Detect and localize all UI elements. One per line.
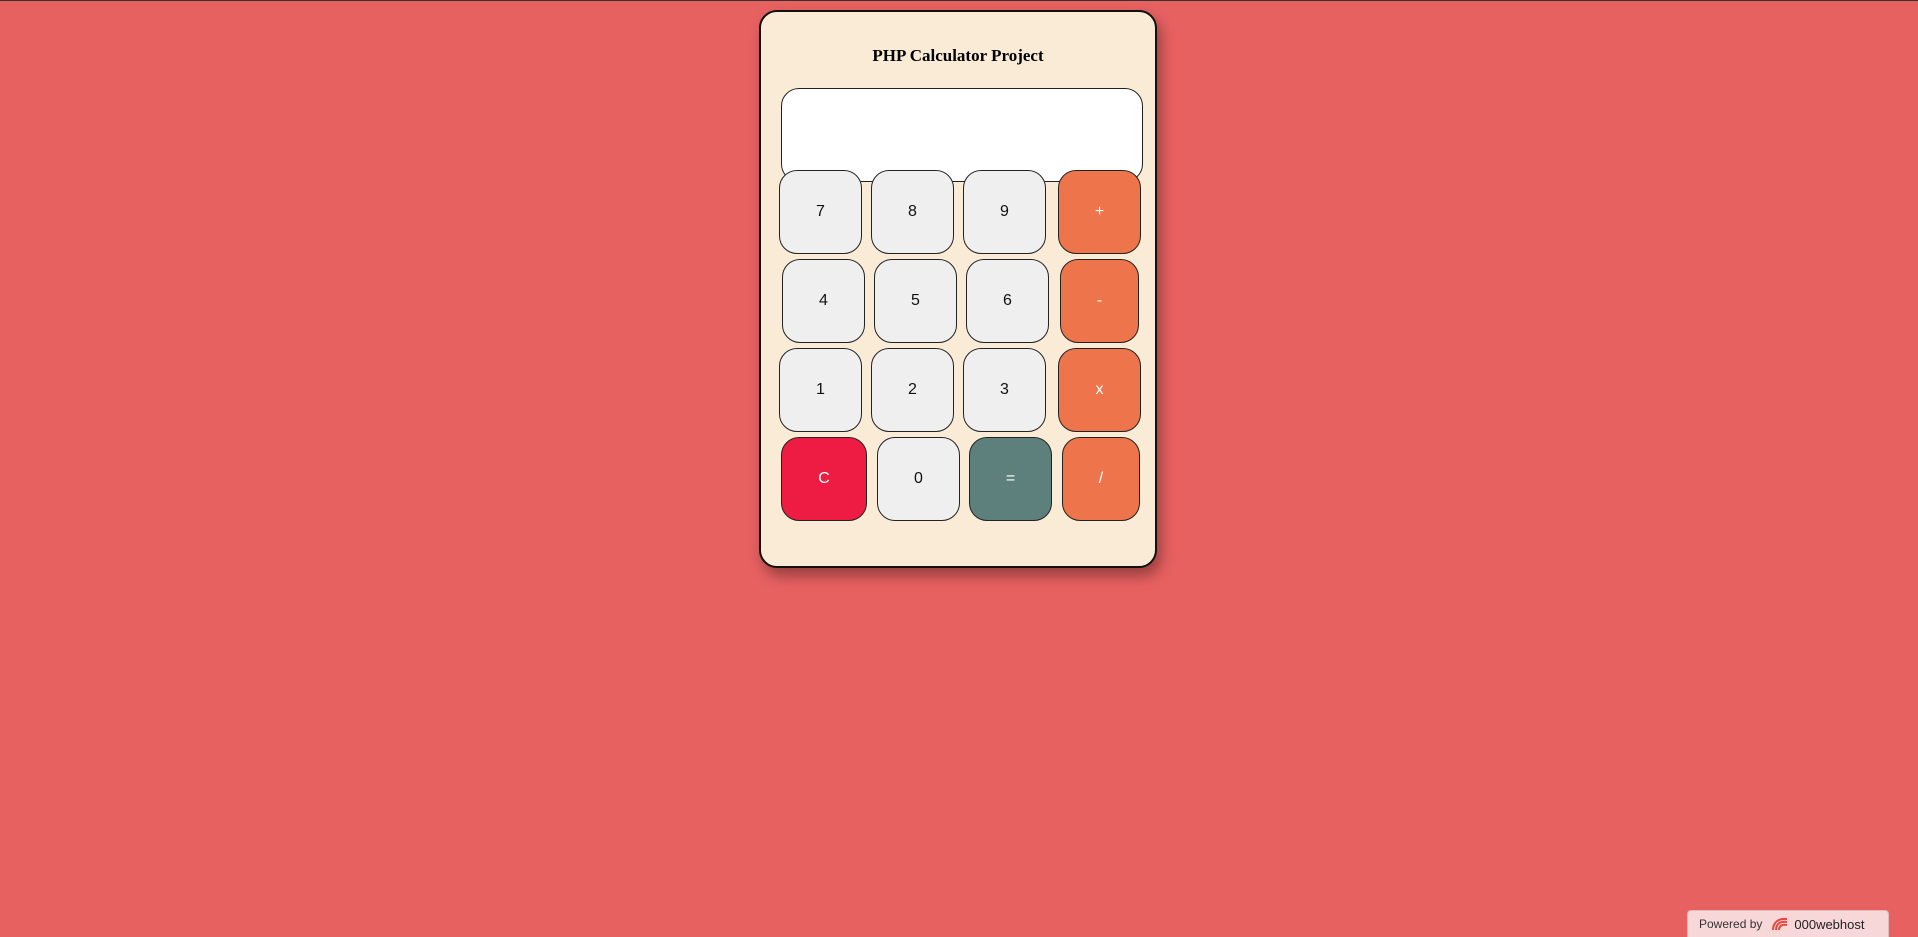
key-6[interactable]: 6	[966, 259, 1049, 343]
key-7[interactable]: 7	[779, 170, 862, 254]
000webhost-logo-icon	[1770, 916, 1790, 932]
key-5[interactable]: 5	[874, 259, 957, 343]
key-9[interactable]: 9	[963, 170, 1046, 254]
key-4[interactable]: 4	[782, 259, 865, 343]
key-minus[interactable]: -	[1060, 259, 1139, 343]
key-multiply[interactable]: x	[1058, 348, 1141, 432]
key-8[interactable]: 8	[871, 170, 954, 254]
powered-by-badge[interactable]: Powered by 000webhost	[1687, 910, 1889, 937]
powered-by-label: Powered by	[1699, 917, 1763, 931]
key-divide[interactable]: /	[1062, 437, 1140, 521]
key-3[interactable]: 3	[963, 348, 1046, 432]
calculator-display[interactable]	[781, 88, 1143, 182]
key-plus[interactable]: +	[1058, 170, 1141, 254]
key-1[interactable]: 1	[779, 348, 862, 432]
calculator-title: PHP Calculator Project	[872, 46, 1044, 65]
calculator: PHP Calculator Project 7 8 9 + 4 5 6 - 1…	[759, 10, 1157, 568]
top-border	[0, 0, 1918, 1]
key-equals[interactable]: =	[969, 437, 1052, 521]
key-0[interactable]: 0	[877, 437, 960, 521]
key-clear[interactable]: C	[781, 437, 867, 521]
key-2[interactable]: 2	[871, 348, 954, 432]
brand-name: 000webhost	[1794, 916, 1865, 932]
